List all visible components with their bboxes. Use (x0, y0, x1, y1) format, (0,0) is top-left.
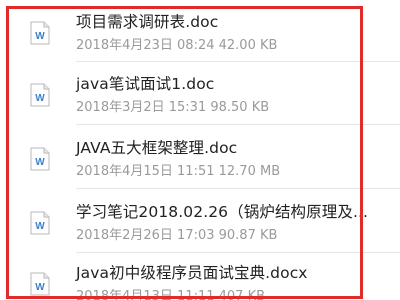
file-meta: 2018年2月26日 17:03 90.87 KB (76, 228, 278, 243)
file-list-item[interactable]: W JAVA五大框架整理.doc 2018年4月15日 11:51 12.70 … (0, 128, 400, 188)
word-doc-icon: W (30, 211, 50, 235)
file-list-item[interactable]: W 学习笔记2018.02.26（锅炉结构原理及... 2018年2月26日 1… (0, 192, 400, 252)
file-meta: 2018年4月13日 11:11 407 KB (76, 289, 266, 300)
svg-text:W: W (35, 157, 45, 168)
word-doc-icon: W (30, 21, 50, 45)
svg-text:W: W (35, 31, 45, 42)
svg-text:W: W (35, 282, 45, 293)
file-name: java笔试面试1.doc (76, 75, 215, 93)
svg-text:W: W (35, 93, 45, 104)
word-doc-icon: W (30, 147, 50, 171)
file-list-item[interactable]: W 项目需求调研表.doc 2018年4月23日 08:24 42.00 KB (0, 2, 400, 62)
file-browser-screen: W 项目需求调研表.doc 2018年4月23日 08:24 42.00 KB … (0, 0, 400, 300)
file-meta: 2018年3月2日 15:31 98.50 KB (76, 100, 270, 115)
word-doc-icon: W (30, 83, 50, 107)
file-name: 项目需求调研表.doc (76, 13, 219, 31)
svg-text:W: W (35, 221, 45, 232)
file-name: JAVA五大框架整理.doc (76, 139, 238, 157)
file-list-item[interactable]: W java笔试面试1.doc 2018年3月2日 15:31 98.50 KB (0, 64, 400, 124)
divider (76, 124, 400, 125)
divider (76, 61, 400, 62)
file-meta: 2018年4月23日 08:24 42.00 KB (76, 38, 278, 53)
file-meta: 2018年4月15日 11:51 12.70 MB (76, 164, 281, 179)
file-name: 学习笔记2018.02.26（锅炉结构原理及... (76, 203, 369, 221)
file-list-item[interactable]: W Java初中级程序员面试宝典.docx 2018年4月13日 11:11 4… (0, 253, 400, 300)
divider (76, 188, 400, 189)
file-name: Java初中级程序员面试宝典.docx (76, 264, 308, 282)
word-doc-icon: W (30, 272, 50, 296)
file-list: W 项目需求调研表.doc 2018年4月23日 08:24 42.00 KB … (0, 0, 400, 300)
